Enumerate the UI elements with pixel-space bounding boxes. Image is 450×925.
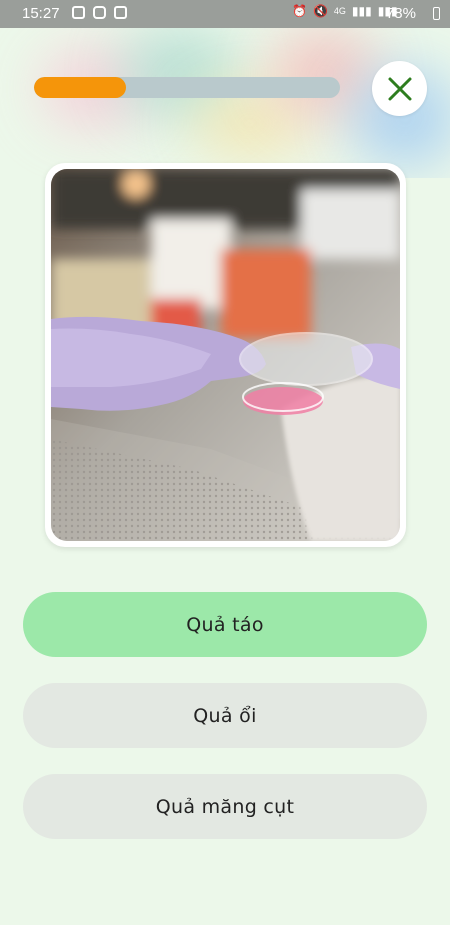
answer-option[interactable]: Quả măng cụt: [23, 774, 427, 839]
gallery-icon: [72, 6, 85, 19]
status-bar: 15:27 ⏰ 🔇 4G ▮▮▮ ▮▮▮ 78%: [0, 0, 450, 28]
notification-icons: [72, 6, 127, 19]
status-time: 15:27: [22, 5, 60, 22]
battery-level: 78%: [385, 5, 416, 22]
battery-icon: [433, 7, 440, 20]
answer-label: Quả táo: [186, 613, 264, 636]
close-button[interactable]: [372, 61, 427, 116]
answer-option[interactable]: Quả táo: [23, 592, 427, 657]
system-icons: ⏰ 🔇 4G ▮▮▮ ▮▮▮: [292, 4, 398, 18]
signal-icon: ▮▮▮: [351, 4, 372, 18]
question-photo: [51, 169, 400, 541]
answer-label: Quả măng cụt: [155, 795, 295, 818]
close-icon: [388, 77, 411, 100]
instagram-icon: [93, 6, 106, 19]
mute-icon: 🔇: [312, 4, 328, 18]
network-type: 4G: [333, 6, 346, 16]
question-image-card: [45, 163, 406, 547]
quiz-progress-bar: [34, 77, 340, 98]
quiz-progress-fill: [34, 77, 126, 98]
screencast-icon: [114, 6, 127, 19]
answer-label: Quả ổi: [193, 704, 257, 727]
answer-option[interactable]: Quả ổi: [23, 683, 427, 748]
alarm-icon: ⏰: [292, 4, 307, 18]
